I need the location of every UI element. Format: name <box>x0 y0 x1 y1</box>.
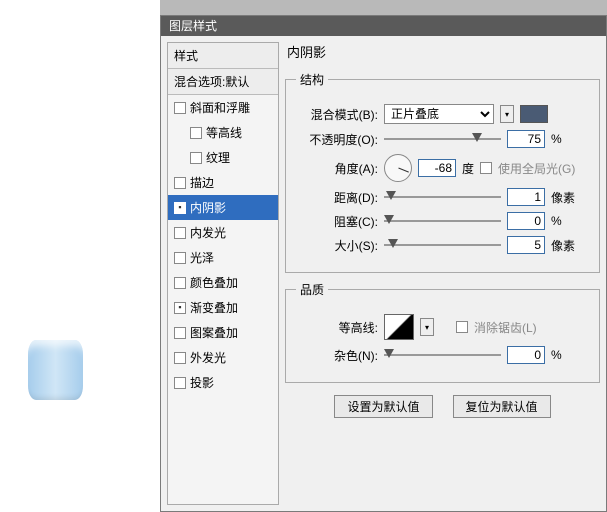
noise-slider[interactable] <box>384 348 501 362</box>
size-input[interactable] <box>507 236 545 254</box>
distance-input[interactable] <box>507 188 545 206</box>
dialog-title: 图层样式 <box>169 19 217 33</box>
choke-unit: % <box>551 214 589 228</box>
style-item-1[interactable]: 等高线 <box>168 120 278 145</box>
blend-mode-dropdown-icon[interactable]: ▾ <box>500 105 514 123</box>
style-item-4[interactable]: ▪ 内阴影 <box>168 195 278 220</box>
choke-slider[interactable] <box>384 214 501 228</box>
style-item-10[interactable]: 外发光 <box>168 345 278 370</box>
style-checkbox[interactable] <box>174 327 186 339</box>
style-item-label: 纹理 <box>206 149 230 166</box>
style-item-2[interactable]: 纹理 <box>168 145 278 170</box>
antialias-label: 消除锯齿(L) <box>474 319 537 336</box>
noise-input[interactable] <box>507 346 545 364</box>
style-item-5[interactable]: 内发光 <box>168 220 278 245</box>
structure-group: 结构 混合模式(B): 正片叠底 ▾ 不透明度(O): % 角度(A) <box>285 71 600 273</box>
style-checkbox[interactable] <box>190 127 202 139</box>
structure-legend: 结构 <box>296 71 328 88</box>
style-item-label: 图案叠加 <box>190 324 238 341</box>
styles-header: 样式 <box>168 43 278 69</box>
style-item-7[interactable]: 颜色叠加 <box>168 270 278 295</box>
contour-picker[interactable] <box>384 314 414 340</box>
style-checkbox[interactable] <box>174 277 186 289</box>
noise-unit: % <box>551 348 589 362</box>
blend-options-defaults[interactable]: 混合选项:默认 <box>168 69 278 95</box>
size-slider[interactable] <box>384 238 501 252</box>
style-item-3[interactable]: 描边 <box>168 170 278 195</box>
size-unit: 像素 <box>551 237 589 254</box>
layer-style-dialog: 图层样式 样式 混合选项:默认 斜面和浮雕等高线纹理描边 ▪ 内阴影内发光光泽颜色叠… <box>160 15 607 512</box>
distance-label: 距离(D): <box>296 189 378 206</box>
styles-panel: 样式 混合选项:默认 斜面和浮雕等高线纹理描边 ▪ 内阴影内发光光泽颜色叠加 ▪ 渐变叠… <box>167 42 279 505</box>
quality-group: 品质 等高线: ▾ 消除锯齿(L) 杂色(N): % <box>285 281 600 383</box>
style-item-8[interactable]: ▪ 渐变叠加 <box>168 295 278 320</box>
angle-dial[interactable] <box>384 154 412 182</box>
distance-unit: 像素 <box>551 189 589 206</box>
style-checkbox[interactable] <box>174 377 186 389</box>
style-checkbox[interactable] <box>174 177 186 189</box>
distance-slider[interactable] <box>384 190 501 204</box>
style-item-label: 描边 <box>190 174 214 191</box>
choke-input[interactable] <box>507 212 545 230</box>
make-default-button[interactable]: 设置为默认值 <box>334 395 432 418</box>
dialog-titlebar[interactable]: 图层样式 <box>161 16 606 36</box>
style-checkbox[interactable] <box>174 352 186 364</box>
style-item-6[interactable]: 光泽 <box>168 245 278 270</box>
opacity-slider[interactable] <box>384 132 501 146</box>
style-item-label: 渐变叠加 <box>190 299 238 316</box>
canvas-area <box>0 0 160 512</box>
noise-label: 杂色(N): <box>296 347 378 364</box>
antialias-checkbox[interactable] <box>456 321 468 333</box>
global-light-label: 使用全局光(G) <box>498 160 575 177</box>
effect-title: 内阴影 <box>285 42 600 63</box>
angle-label: 角度(A): <box>296 160 378 177</box>
quality-legend: 品质 <box>296 281 328 298</box>
style-item-label: 斜面和浮雕 <box>190 99 250 116</box>
contour-label: 等高线: <box>296 319 378 336</box>
angle-input[interactable] <box>418 159 456 177</box>
choke-label: 阻塞(C): <box>296 213 378 230</box>
style-item-label: 颜色叠加 <box>190 274 238 291</box>
layer-shape <box>28 340 83 400</box>
blend-mode-label: 混合模式(B): <box>296 106 378 123</box>
style-item-label: 投影 <box>190 374 214 391</box>
style-item-label: 外发光 <box>190 349 226 366</box>
style-checkbox[interactable] <box>174 252 186 264</box>
style-item-label: 等高线 <box>206 124 242 141</box>
style-checkbox[interactable] <box>174 227 186 239</box>
effect-settings: 内阴影 结构 混合模式(B): 正片叠底 ▾ 不透明度(O): % <box>285 42 600 505</box>
size-label: 大小(S): <box>296 237 378 254</box>
global-light-checkbox[interactable] <box>480 162 492 174</box>
opacity-input[interactable] <box>507 130 545 148</box>
style-item-label: 内阴影 <box>190 199 226 216</box>
contour-dropdown-icon[interactable]: ▾ <box>420 318 434 336</box>
style-item-0[interactable]: 斜面和浮雕 <box>168 95 278 120</box>
opacity-label: 不透明度(O): <box>296 131 378 148</box>
style-checkbox[interactable] <box>190 152 202 164</box>
style-checkbox[interactable]: ▪ <box>174 302 186 314</box>
angle-unit: 度 <box>462 160 474 177</box>
style-checkbox[interactable]: ▪ <box>174 202 186 214</box>
shadow-color-swatch[interactable] <box>520 105 548 123</box>
opacity-unit: % <box>551 132 589 146</box>
reset-default-button[interactable]: 复位为默认值 <box>453 395 551 418</box>
style-checkbox[interactable] <box>174 102 186 114</box>
blend-mode-select[interactable]: 正片叠底 <box>384 104 494 124</box>
style-item-label: 光泽 <box>190 249 214 266</box>
style-item-label: 内发光 <box>190 224 226 241</box>
style-item-9[interactable]: 图案叠加 <box>168 320 278 345</box>
style-item-11[interactable]: 投影 <box>168 370 278 395</box>
